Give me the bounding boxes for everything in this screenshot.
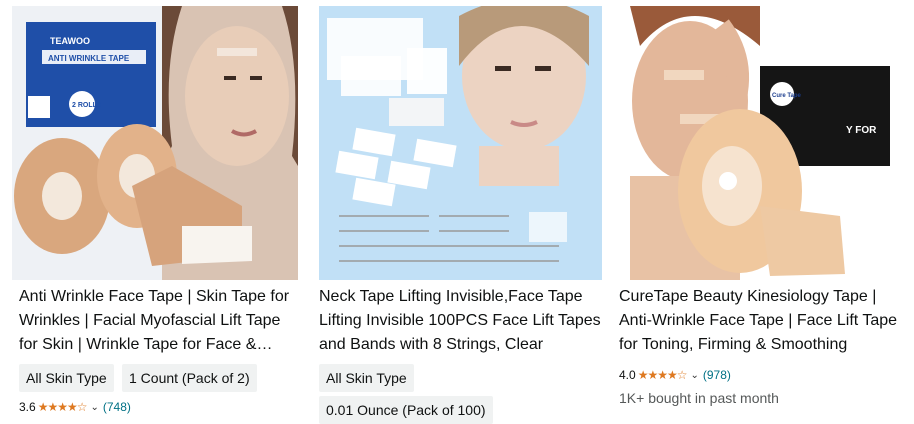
chevron-down-icon[interactable]: ⌄ <box>90 402 98 413</box>
star-icon: ★★★★☆ <box>637 368 688 382</box>
review-count-1[interactable]: (748) <box>103 400 131 414</box>
rating-3[interactable]: 4.0 ★★★★☆ ⌄ (978) <box>619 368 731 382</box>
rating-1[interactable]: 3.6 ★★★★☆ ⌄ (748) <box>19 400 131 414</box>
product-title-3[interactable]: CureTape Beauty Kinesiology Tape | Anti-… <box>619 285 904 357</box>
rating-value-3: 4.0 <box>619 368 636 382</box>
product-photo-2 <box>319 6 602 280</box>
variant-chip-skin-type-1[interactable]: All Skin Type <box>19 364 114 392</box>
variant-chip-size-2[interactable]: 0.01 Ounce (Pack of 100) <box>319 396 493 424</box>
box-badge-1: 2 ROLLS <box>72 102 102 109</box>
product-card-2[interactable]: Neck Tape Lifting Invisible,Face Tape Li… <box>310 0 602 424</box>
box-brand-1: TEAWOO <box>50 36 90 46</box>
star-icon: ★★★★☆ <box>37 400 88 414</box>
product-image-1[interactable]: TEAWOO ANTI WRINKLE TAPE 2 ROLLS <box>12 6 298 280</box>
box-text-3: Y FOR <box>846 125 877 136</box>
review-count-3[interactable]: (978) <box>703 368 731 382</box>
rating-value-1: 3.6 <box>19 400 36 414</box>
product-title-2[interactable]: Neck Tape Lifting Invisible,Face Tape Li… <box>319 285 602 357</box>
variant-chip-skin-type-2[interactable]: All Skin Type <box>319 364 414 392</box>
variant-chip-size-1[interactable]: 1 Count (Pack of 2) <box>122 364 257 392</box>
product-photo-3: Cure Tape Y FOR <box>610 6 900 280</box>
product-card-1[interactable]: TEAWOO ANTI WRINKLE TAPE 2 ROLLS Anti Wr… <box>10 0 302 416</box>
chevron-down-icon[interactable]: ⌄ <box>690 370 698 381</box>
box-brand-3: Cure Tape <box>772 93 802 99</box>
product-photo-1: TEAWOO ANTI WRINKLE TAPE 2 ROLLS <box>12 6 298 280</box>
product-title-1[interactable]: Anti Wrinkle Face Tape | Skin Tape for W… <box>19 285 295 357</box>
product-image-3[interactable]: Cure Tape Y FOR <box>610 6 900 280</box>
bought-in-past-month-3: 1K+ bought in past month <box>619 390 779 406</box>
product-image-2[interactable] <box>319 6 602 280</box>
product-card-3[interactable]: Cure Tape Y FOR CureTape Beauty Kinesiol… <box>610 0 910 416</box>
box-label-1: ANTI WRINKLE TAPE <box>48 54 130 63</box>
